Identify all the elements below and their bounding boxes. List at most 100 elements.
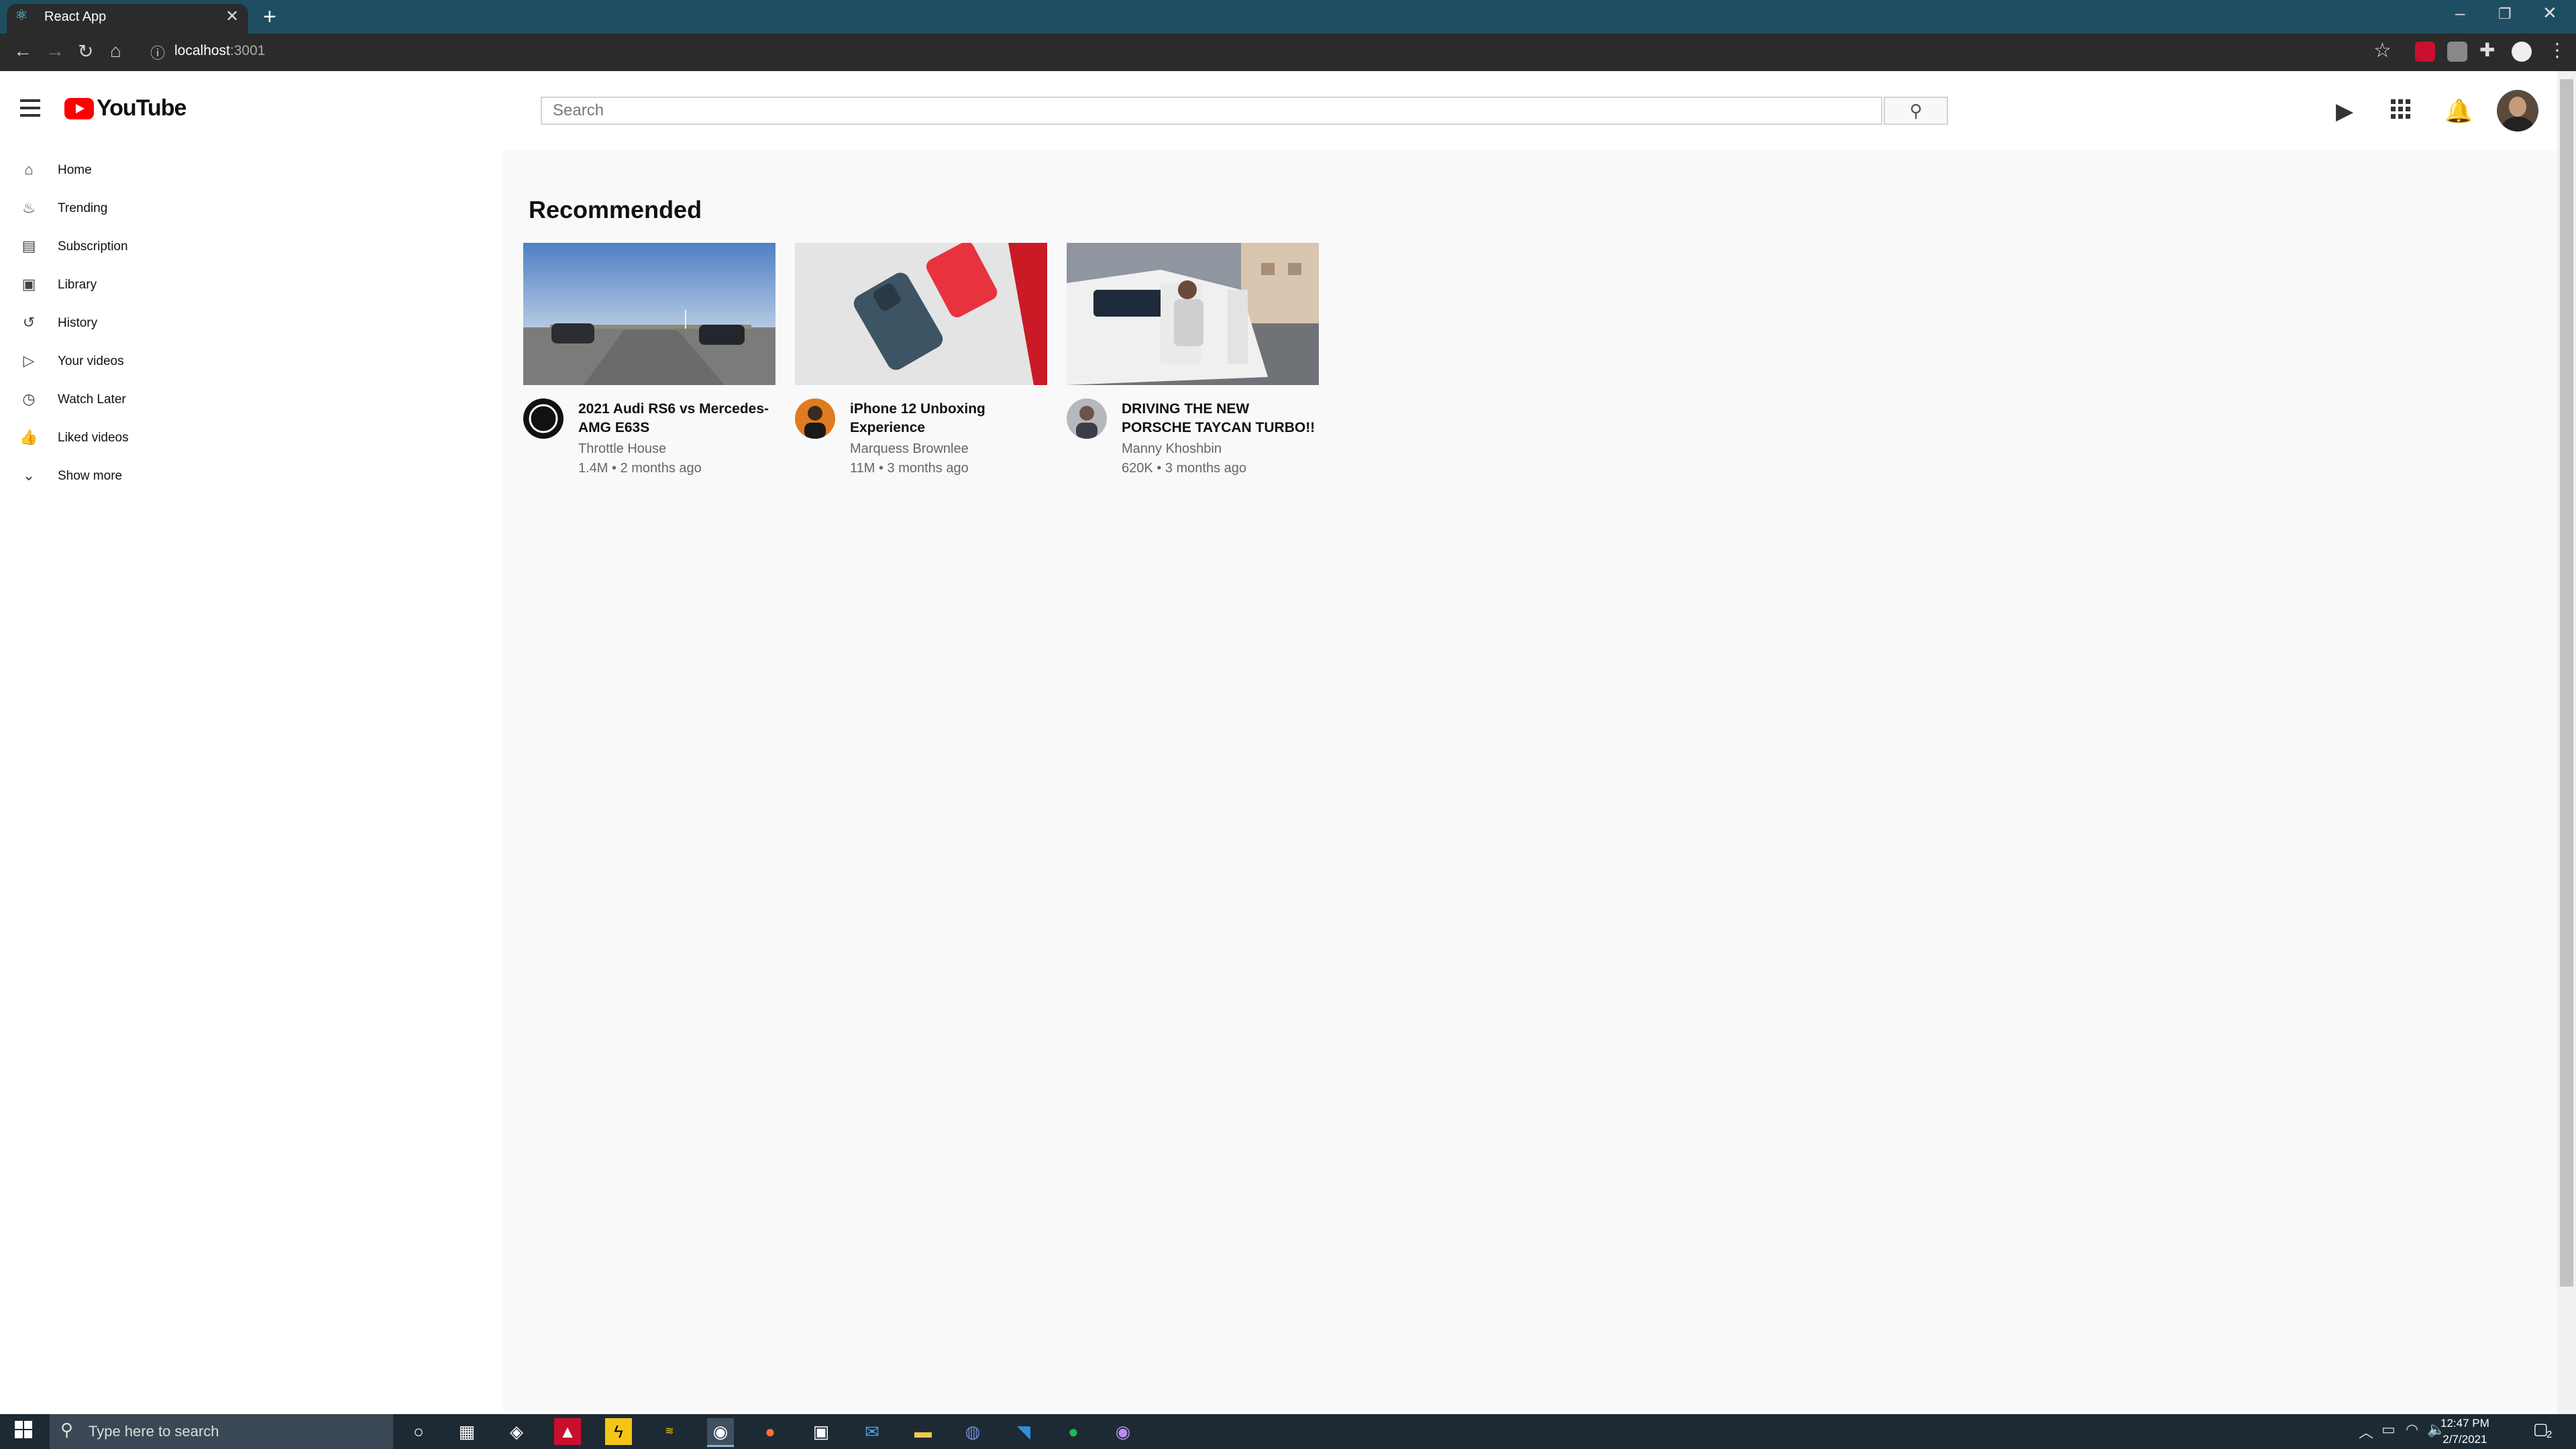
wifi-icon[interactable]: ◠ [2406,1421,2418,1438]
reload-icon[interactable]: ↻ [78,40,93,62]
sidebar-item-home[interactable]: ⌂ Home [0,152,503,189]
app-icon[interactable]: ▲ [554,1418,581,1445]
taskbar-search-text: Type here to search [89,1423,219,1440]
minimize-icon[interactable]: – [2455,3,2465,23]
history-icon: ↺ [22,314,36,331]
extension-icon[interactable] [2415,42,2435,62]
sidebar-item-label: Liked videos [58,431,129,445]
video-title[interactable]: DRIVING THE NEW PORSCHE TAYCAN TURBO!! [1122,400,1316,437]
store-icon[interactable]: ▣ [808,1418,835,1445]
firefox-icon[interactable]: ● [757,1418,784,1445]
sidebar-item-label: Home [58,163,92,177]
video-title[interactable]: 2021 Audi RS6 vs Mercedes-AMG E63S [578,400,773,437]
task-view-icon[interactable]: ▦ [453,1418,480,1445]
video-title[interactable]: iPhone 12 Unboxing Experience [850,400,1044,437]
app-icon[interactable]: ◈ [503,1418,530,1445]
sidebar-item-show-more[interactable]: ⌄ Show more [0,458,503,495]
channel-name[interactable]: Marquess Brownlee [850,441,969,457]
restore-icon[interactable]: ❐ [2498,5,2512,23]
vscode-icon[interactable]: ◥ [1010,1418,1037,1445]
search-icon: ⚲ [60,1419,74,1440]
sidebar-item-subscription[interactable]: ▤ Subscription [0,228,503,266]
video-camera-icon[interactable]: ▶ [2336,98,2353,125]
clock-icon: ◷ [22,390,36,407]
close-window-icon[interactable]: ✕ [2542,3,2557,23]
home-browser-icon[interactable]: ⌂ [110,40,121,62]
puzzle-icon[interactable]: ✚ [2479,39,2495,61]
sidebar-item-liked-videos[interactable]: 👍 Liked videos [0,419,503,457]
search-button[interactable]: ⚲ [1884,97,1948,125]
youtube-logo[interactable]: YouTube [64,95,186,121]
user-avatar[interactable] [2497,90,2538,131]
channel-name[interactable]: Manny Khoshbin [1122,441,1222,457]
url-port: :3001 [229,43,266,58]
extension-icon[interactable] [2447,42,2467,62]
chevron-up-icon[interactable]: ︿ [2359,1421,2373,1442]
star-icon[interactable]: ☆ [2373,39,2392,62]
cortana-icon[interactable]: ○ [405,1418,432,1445]
browser-titlebar [0,0,2576,34]
sidebar-item-trending[interactable]: ♨ Trending [0,190,503,227]
sidebar-item-history[interactable]: ↺ History [0,305,503,342]
apps-grid-icon[interactable] [2391,99,2411,125]
menu-kebab-icon[interactable]: ⋮ [2548,39,2567,61]
address-bar[interactable]: localhost:3001 [174,43,265,59]
sidebar-item-label: History [58,316,98,330]
video-meta: 1.4M • 2 months ago [578,461,702,476]
sidebar-item-label: Show more [58,469,123,483]
youtube-play-icon [64,97,94,119]
windows-start-icon[interactable] [15,1421,34,1440]
sidebar-item-label: Trending [58,201,108,215]
discord-icon[interactable]: ◍ [959,1418,986,1445]
subscriptions-icon: ▤ [21,237,36,254]
taskbar-clock[interactable]: 12:47 PM 2/7/2021 [2440,1415,2489,1448]
library-icon: ▣ [21,276,36,292]
video-thumbnail[interactable] [523,243,775,385]
sidebar-item-label: Watch Later [58,392,126,407]
url-host: localhost [174,43,230,58]
sidebar-item-label: Library [58,278,97,292]
search-input[interactable]: Search [541,97,1882,125]
new-tab-button[interactable]: + [263,4,276,30]
battery-icon[interactable]: ▭ [2381,1421,2396,1438]
section-title: Recommended [529,196,702,223]
thumbs-up-icon: 👍 [19,429,38,445]
scrollbar-thumb[interactable] [2560,79,2573,1287]
clock-time: 12:47 PM [2440,1417,2489,1430]
chrome-icon[interactable]: ◉ [707,1418,734,1447]
channel-avatar[interactable] [1067,398,1107,439]
video-card[interactable]: iPhone 12 Unboxing Experience Marquess B… [795,243,1047,484]
sidebar-item-watch-later[interactable]: ◷ Watch Later [0,381,503,419]
video-thumbnail[interactable] [795,243,1047,385]
github-icon[interactable]: ◉ [1110,1418,1136,1445]
react-icon: ⚛ [15,7,28,23]
hamburger-menu-icon[interactable] [20,99,40,121]
video-card[interactable]: 2021 Audi RS6 vs Mercedes-AMG E63S Throt… [523,243,775,484]
app-icon[interactable]: ≋ [656,1418,683,1445]
browser-toolbar [0,34,2576,71]
chevron-down-icon: ⌄ [22,467,36,484]
forward-icon[interactable]: → [46,40,64,62]
sidebar-item-label: Subscription [58,239,128,254]
app-icon[interactable]: ϟ [605,1418,632,1445]
sidebar-item-label: Your videos [58,354,124,368]
sidebar-item-library[interactable]: ▣ Library [0,266,503,304]
mail-icon[interactable]: ✉ [859,1418,885,1445]
channel-avatar[interactable] [795,398,835,439]
close-tab-icon[interactable]: ✕ [225,7,239,26]
browser-tab[interactable] [7,4,248,34]
video-card[interactable]: DRIVING THE NEW PORSCHE TAYCAN TURBO!! M… [1067,243,1319,484]
sidebar-item-your-videos[interactable]: ▷ Your videos [0,343,503,380]
info-icon[interactable]: ⓘ [150,42,165,63]
logo-text: YouTube [97,95,186,121]
file-explorer-icon[interactable]: ▬ [910,1418,936,1445]
spotify-icon[interactable]: ● [1060,1418,1087,1445]
back-icon[interactable]: ← [13,40,32,62]
clock-date: 2/7/2021 [2443,1433,2487,1446]
channel-avatar[interactable] [523,398,564,439]
channel-name[interactable]: Throttle House [578,441,666,457]
bell-icon[interactable]: 🔔 [2445,98,2473,125]
video-thumbnail[interactable] [1067,243,1319,385]
profile-icon[interactable] [2512,42,2532,62]
home-icon: ⌂ [24,161,34,178]
